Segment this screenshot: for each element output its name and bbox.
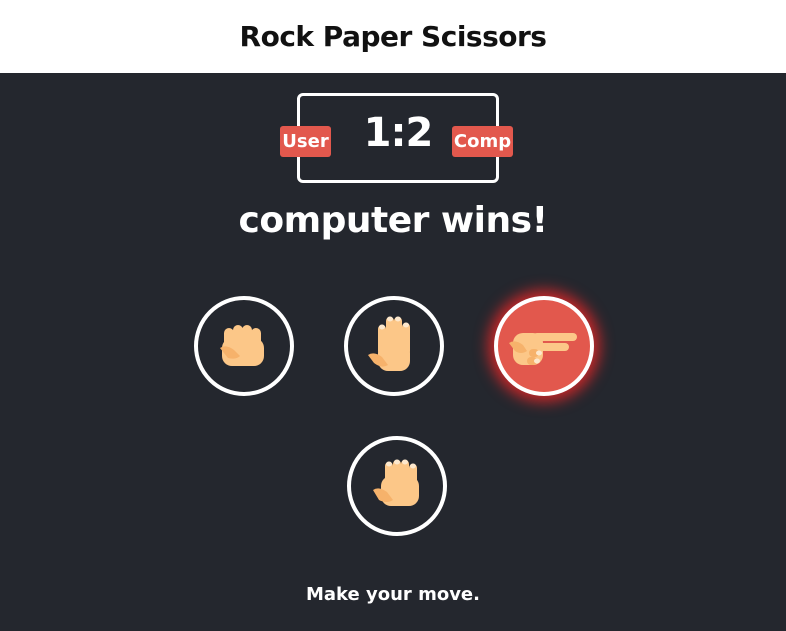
scissors-button[interactable]	[494, 296, 594, 396]
paper-button[interactable]	[344, 296, 444, 396]
page-header: Rock Paper Scissors	[0, 0, 786, 73]
result-message: computer wins!	[238, 200, 548, 241]
rock-hand-icon	[373, 459, 419, 506]
scissors-hand-icon	[509, 333, 577, 365]
paper-hand-icon	[368, 316, 410, 371]
rock-button[interactable]	[194, 296, 294, 396]
computer-choice	[347, 436, 447, 536]
page-title: Rock Paper Scissors	[239, 20, 547, 53]
rock-hand-icon	[220, 325, 264, 366]
instruction-message: Make your move.	[306, 584, 480, 605]
score-display: 1:2	[363, 110, 434, 156]
